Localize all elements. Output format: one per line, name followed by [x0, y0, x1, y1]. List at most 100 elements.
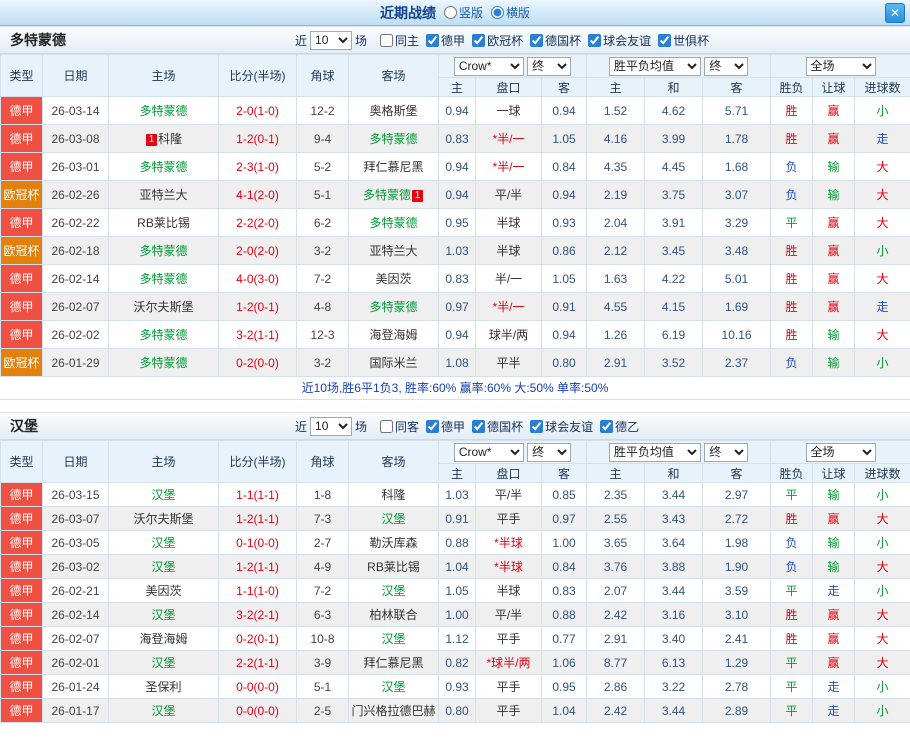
avg-away-cell: 2.72 [703, 507, 771, 531]
home-team-cell: 圣保利 [109, 675, 219, 699]
odds-final-select[interactable]: 终 [527, 443, 571, 462]
avg-away-cell: 3.10 [703, 603, 771, 627]
avg-final-select[interactable]: 终 [704, 443, 748, 462]
filter-checkbox-1[interactable]: 德甲 [426, 32, 465, 49]
filter-checkbox-input[interactable] [472, 34, 485, 47]
handicap-cell: *半球 [476, 531, 542, 555]
avg-home-cell: 2.07 [587, 579, 645, 603]
handicap-cell: 半球 [476, 209, 542, 237]
home-team-cell: 1科隆 [109, 125, 219, 153]
radio-input-horizontal[interactable] [491, 6, 504, 19]
filter-checkbox-1[interactable]: 德甲 [426, 418, 465, 435]
avg-home-cell: 1.63 [587, 265, 645, 293]
league-cell: 德甲 [1, 579, 43, 603]
filter-checkbox-3[interactable]: 德国杯 [530, 32, 581, 49]
filter-checkbox-2[interactable]: 欧冠杯 [472, 32, 523, 49]
filter-checkbox-input[interactable] [426, 34, 439, 47]
team-label: 国际米兰 [369, 356, 417, 370]
match-row: 德甲26-03-05汉堡0-1(0-0)2-7勒沃库森0.88*半球1.003.… [1, 531, 910, 555]
avg-draw-cell: 3.64 [645, 531, 703, 555]
filter-checkbox-input[interactable] [380, 420, 393, 433]
date-cell: 26-02-07 [43, 293, 109, 321]
result-cell: 负 [771, 531, 813, 555]
radio-input-vertical[interactable] [444, 6, 457, 19]
league-cell: 德甲 [1, 265, 43, 293]
goals-result-cell: 小 [855, 699, 910, 723]
avg-home-cell: 2.35 [587, 483, 645, 507]
result-cell: 胜 [771, 293, 813, 321]
filter-checkbox-input[interactable] [380, 34, 393, 47]
handicap-result-cell: 输 [813, 531, 855, 555]
team-label: 汉堡 [381, 584, 405, 598]
goals-result-cell: 小 [855, 531, 910, 555]
filter-checkbox-input[interactable] [588, 34, 601, 47]
record-summary: 近10场,胜6平1负3, 胜率:60% 赢率:60% 大:50% 单率:50% [0, 377, 910, 400]
goals-result-cell: 走 [855, 125, 910, 153]
filter-checkbox-4[interactable]: 德乙 [600, 418, 639, 435]
corner-cell: 4-8 [297, 293, 349, 321]
filter-checkbox-0[interactable]: 同主 [380, 32, 419, 49]
scope-select[interactable]: 全场 [806, 443, 876, 462]
filter-checkbox-input[interactable] [530, 34, 543, 47]
avg-odds-header: 胜平负均值 终 [587, 441, 771, 464]
score-cell: 0-2(0-0) [219, 349, 297, 377]
date-cell: 26-02-02 [43, 321, 109, 349]
goals-result-cell: 小 [855, 579, 910, 603]
team-name: 多特蒙德 [10, 30, 66, 50]
odds-away-cell: 0.88 [542, 603, 587, 627]
filter-checkbox-input[interactable] [426, 420, 439, 433]
date-cell: 26-02-01 [43, 651, 109, 675]
avg-odds-select[interactable]: 胜平负均值 [609, 57, 701, 76]
result-cell: 负 [771, 181, 813, 209]
avg-odds-select[interactable]: 胜平负均值 [609, 443, 701, 462]
corner-cell: 3-9 [297, 651, 349, 675]
filter-checkbox-input[interactable] [600, 420, 613, 433]
filter-checkbox-label: 球会友谊 [603, 32, 651, 49]
odds-company-select[interactable]: Crow* [454, 57, 524, 76]
match-count-select[interactable]: 10 [310, 31, 352, 50]
avg-home-cell: 2.42 [587, 699, 645, 723]
filter-checkbox-3[interactable]: 球会友谊 [530, 418, 593, 435]
odds-home-cell: 0.88 [439, 531, 476, 555]
filter-checkbox-5[interactable]: 世俱杯 [658, 32, 709, 49]
team-label: 圣保利 [145, 680, 181, 694]
score-cell: 4-1(2-0) [219, 181, 297, 209]
close-button[interactable]: ✕ [885, 3, 905, 23]
filter-checkbox-4[interactable]: 球会友谊 [588, 32, 651, 49]
scope-select[interactable]: 全场 [806, 57, 876, 76]
layout-radio-horizontal[interactable]: 横版 [491, 4, 530, 21]
avg-away-cell: 2.41 [703, 627, 771, 651]
home-team-cell: 多特蒙德 [109, 237, 219, 265]
games-label: 场 [355, 418, 367, 435]
team-label: 多特蒙德 [139, 356, 187, 370]
layout-radio-vertical[interactable]: 竖版 [444, 4, 483, 21]
result-cell: 平 [771, 483, 813, 507]
handicap-result-cell: 输 [813, 555, 855, 579]
col-date: 日期 [43, 55, 109, 97]
handicap-cell: 半/一 [476, 265, 542, 293]
odds-home-cell: 0.94 [439, 153, 476, 181]
score-cell: 0-2(0-1) [219, 627, 297, 651]
handicap-result-cell: 赢 [813, 125, 855, 153]
col-corner: 角球 [297, 55, 349, 97]
filter-checkbox-input[interactable] [658, 34, 671, 47]
odds-company-select[interactable]: Crow* [454, 443, 524, 462]
team-label: 汉堡 [151, 536, 175, 550]
section-gap [0, 400, 910, 412]
filter-checkbox-0[interactable]: 同客 [380, 418, 419, 435]
odds-home-cell: 1.00 [439, 603, 476, 627]
matches-table: 类型 日期 主场 比分(半场) 角球 客场 Crow* 终 胜平负均值 终 [0, 54, 910, 377]
avg-final-select[interactable]: 终 [704, 57, 748, 76]
date-cell: 26-03-02 [43, 555, 109, 579]
team-label: 美因茨 [375, 272, 411, 286]
date-cell: 26-01-17 [43, 699, 109, 723]
avg-away-cell: 2.78 [703, 675, 771, 699]
avg-draw-cell: 6.13 [645, 651, 703, 675]
filter-checkbox-input[interactable] [472, 420, 485, 433]
match-count-select[interactable]: 10 [310, 417, 352, 436]
odds-final-select[interactable]: 终 [527, 57, 571, 76]
filter-checkbox-input[interactable] [530, 420, 543, 433]
away-team-cell: 海登海姆 [349, 321, 439, 349]
filter-checkbox-2[interactable]: 德国杯 [472, 418, 523, 435]
filter-bar: 近 10 场 同主德甲欧冠杯德国杯球会友谊世俱杯 [292, 31, 712, 50]
